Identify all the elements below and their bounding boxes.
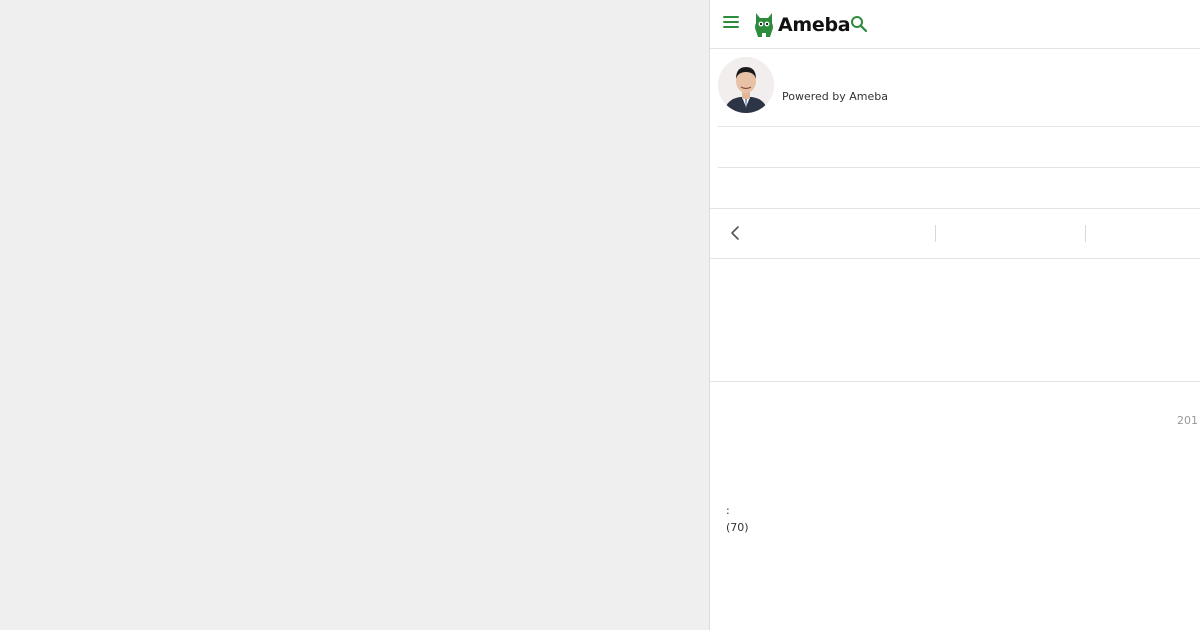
avatar-portrait [718,57,774,113]
ameba-logo-icon [755,13,773,37]
article-separator: : [726,504,730,517]
avatar[interactable] [718,57,774,113]
blog-profile: Powered by Ameba [718,48,1200,127]
blog-title-row [718,127,1200,168]
ameba-logo[interactable]: Ameba [753,10,851,40]
logo-text: Ameba [778,14,851,36]
menu-icon[interactable] [723,16,739,30]
search-icon[interactable] [850,15,868,33]
blog-panel: Ameba Powered by Ameba 201: (70) [709,0,1200,630]
article-nav [710,209,1200,259]
chevron-left-icon[interactable] [728,224,742,242]
blog-description-row [710,168,1200,209]
nav-divider [935,225,936,242]
nav-divider [1085,225,1086,242]
site-header: Ameba [710,0,1200,49]
article-date: 201 [1177,414,1198,427]
article-count: (70) [726,521,749,534]
powered-by-text: Powered by Ameba [782,90,888,103]
ad-area [710,259,1200,382]
